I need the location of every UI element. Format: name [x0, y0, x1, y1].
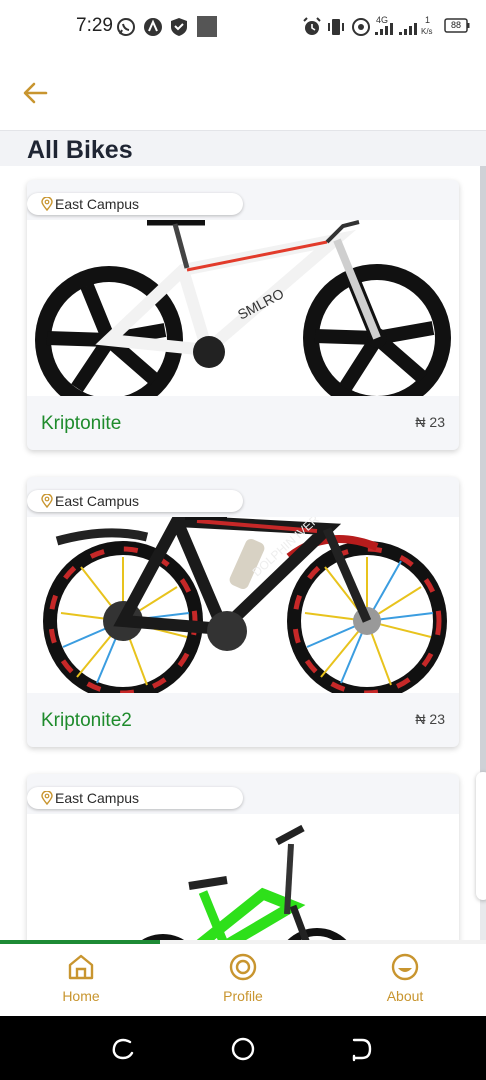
location-label: East Campus: [55, 790, 140, 806]
nav-home[interactable]: Home: [31, 952, 131, 1012]
screen: 7:29 4G 1 K/s 88 All Bikes East Campus S…: [0, 0, 486, 1080]
bike-card[interactable]: East Campus: [27, 477, 459, 747]
alarm-icon: [303, 17, 321, 35]
bike-image: DOLPHIN IVER: [27, 517, 459, 693]
speed-value: 1: [425, 15, 431, 25]
home-circle-icon[interactable]: [230, 1036, 256, 1062]
system-nav-bar: [0, 1016, 486, 1080]
whatsapp-icon: [117, 18, 135, 36]
signal-icon-2: [399, 23, 417, 35]
bike-name: Kriptonite: [41, 413, 122, 434]
bike-price: ₦ 23: [415, 414, 445, 430]
title-band: All Bikes: [0, 130, 486, 166]
back-arrow-icon[interactable]: [20, 78, 52, 108]
location-label: East Campus: [55, 196, 140, 212]
nav-profile-label: Profile: [223, 988, 263, 1004]
profile-icon: [229, 953, 257, 981]
scrollbar-thumb[interactable]: [480, 166, 486, 772]
nav-about[interactable]: About: [355, 952, 455, 1012]
location-label: East Campus: [55, 493, 140, 509]
nav-about-label: About: [386, 988, 424, 1004]
notification-square-icon: [197, 16, 217, 37]
bike-image: [27, 814, 459, 940]
signal-icon-1: [375, 23, 393, 35]
location-chip: East Campus: [27, 787, 243, 809]
battery-level: 88: [451, 20, 462, 30]
bike-name: Kriptonite2: [41, 710, 132, 731]
hotspot-icon: [352, 18, 370, 36]
bike-card[interactable]: East Campus: [27, 180, 459, 450]
app-header: [0, 56, 486, 130]
status-bar: 7:29 4G 1 K/s 88: [0, 0, 486, 56]
location-pin-icon: [41, 494, 53, 508]
nav-home-label: Home: [62, 988, 100, 1004]
about-icon: [391, 953, 419, 981]
back-icon[interactable]: [348, 1036, 374, 1062]
status-time: 7:29: [76, 15, 113, 36]
bike-list[interactable]: East Campus SMLRO Kriptonite ₦ 23 East C…: [0, 166, 486, 940]
speed-unit: K/s: [421, 27, 433, 36]
app-icon: [144, 18, 162, 36]
floating-tab[interactable]: [476, 772, 486, 900]
nav-profile[interactable]: Profile: [193, 952, 293, 1012]
location-chip: East Campus: [27, 490, 243, 512]
location-pin-icon: [41, 197, 53, 211]
location-chip: East Campus: [27, 193, 243, 215]
shield-icon: [171, 18, 187, 36]
bike-image: SMLRO: [27, 220, 459, 396]
page-title: All Bikes: [27, 136, 133, 164]
home-icon: [68, 954, 94, 980]
bike-price: ₦ 23: [415, 711, 445, 727]
bike-card[interactable]: East Campus: [27, 774, 459, 940]
vibrate-icon: [328, 19, 344, 35]
location-pin-icon: [41, 791, 53, 805]
bottom-nav: Home Profile About: [0, 944, 486, 1016]
recents-icon[interactable]: [110, 1036, 136, 1062]
